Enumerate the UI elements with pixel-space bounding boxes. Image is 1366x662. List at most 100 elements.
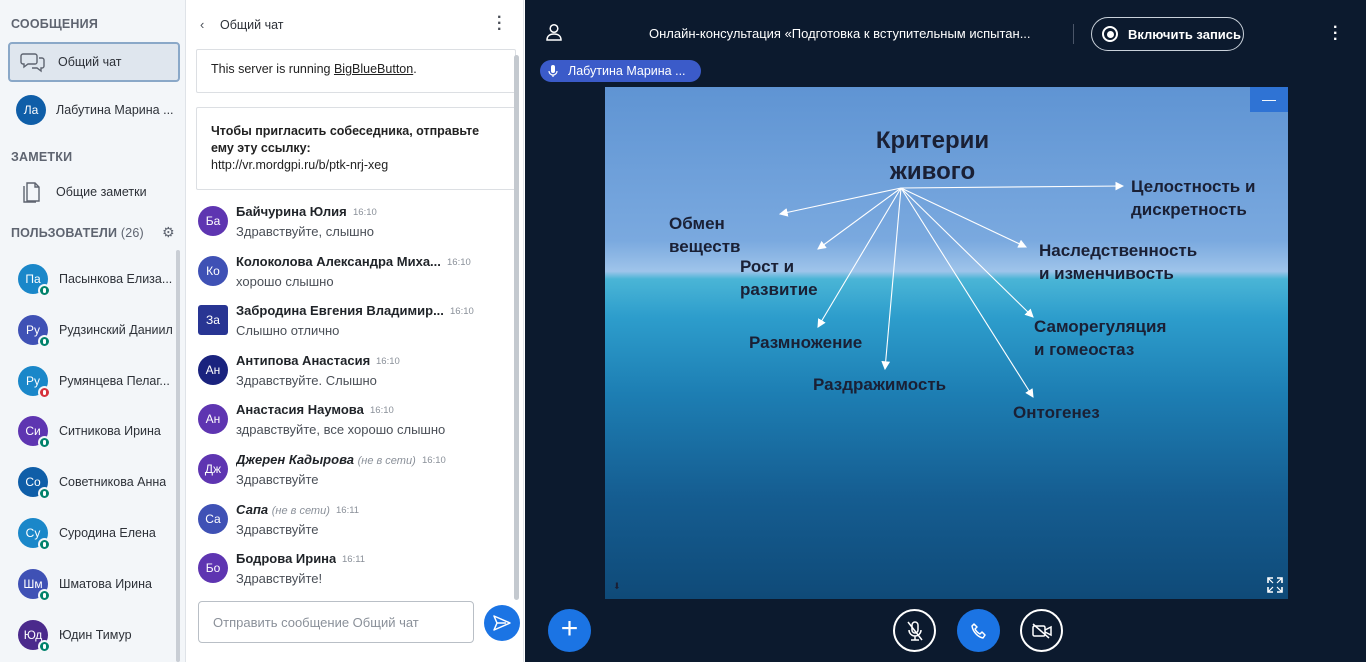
chat-header: ‹ Общий чат · · · xyxy=(186,0,523,50)
leave-audio-button[interactable] xyxy=(957,609,1000,652)
presentation-slide: Критерии живого Целостность и дискретность… xyxy=(605,87,1288,599)
avatar: Бо xyxy=(198,553,228,584)
user-list-item[interactable]: Ру Румянцева Пелаг... xyxy=(18,361,180,401)
gear-icon[interactable]: ⚙ xyxy=(162,224,175,241)
bigbluebutton-app: СООБЩЕНИЯ Общий чат Ла Лабутина Марина .… xyxy=(0,0,1366,662)
send-icon xyxy=(493,615,511,631)
invite-text: Чтобы пригласить собеседника, отправьте … xyxy=(211,124,480,155)
user-name: Румянцева Пелаг... xyxy=(59,373,170,388)
users-scrollbar[interactable] xyxy=(176,250,180,662)
message-time: 16:10 xyxy=(447,256,471,268)
sender-name: Байчурина Юлия xyxy=(236,204,347,219)
user-list-item[interactable]: Па Пасынкова Елиза... xyxy=(18,259,180,299)
slide-criterion-text: Раздражимость xyxy=(813,375,947,394)
mic-icon xyxy=(38,588,51,602)
meeting-title: Онлайн-консультация «Подготовка к вступи… xyxy=(649,26,1031,41)
muted-mic-icon xyxy=(38,385,51,399)
message-time: 16:10 xyxy=(450,306,474,318)
sender-name: Антипова Анастасия xyxy=(236,352,371,368)
public-chat-label: Общий чат xyxy=(58,55,122,69)
more-options-icon[interactable]: · · · xyxy=(1333,20,1338,48)
chat-scrollbar[interactable] xyxy=(514,55,519,600)
avatar: Ру xyxy=(18,314,51,348)
chat-message: За Забродина Евгения Владимир... 16:10 Слыш… xyxy=(198,301,498,347)
message-text: Здравствуйте xyxy=(236,472,319,487)
download-icon[interactable]: ⬇ xyxy=(613,581,621,592)
avatar: Дж xyxy=(198,454,228,484)
avatar: Ба xyxy=(198,206,228,236)
user-name: Шматова Ирина xyxy=(59,576,152,591)
share-webcam-button[interactable] xyxy=(1020,609,1063,652)
user-name: Ситникова Ирина xyxy=(59,424,161,439)
message-time: 16:11 xyxy=(342,554,366,566)
slide-criterion-text: Обмен веществ xyxy=(669,214,741,256)
unmute-microphone-button[interactable] xyxy=(893,609,936,652)
message-time: 16:10 xyxy=(370,405,394,417)
mic-icon xyxy=(38,334,51,348)
public-chat-item[interactable]: Общий чат xyxy=(8,42,180,82)
mic-icon xyxy=(38,284,51,297)
server-info-message: This server is running BigBlueButton. xyxy=(196,49,516,93)
message-time: 16:11 xyxy=(336,504,360,516)
message-text: Здравствуйте xyxy=(236,521,319,537)
message-time: 16:10 xyxy=(376,355,400,367)
avatar: Ру xyxy=(18,365,51,399)
fullscreen-icon[interactable] xyxy=(1267,577,1283,598)
send-button[interactable] xyxy=(484,605,520,641)
user-name: Юдин Тимур xyxy=(59,627,132,642)
offline-label: (не в сети) xyxy=(271,504,330,517)
minimize-presentation-button[interactable]: — xyxy=(1250,87,1288,112)
slide-criterion-text: Рост и развитие xyxy=(740,257,818,299)
user-list-item[interactable]: Со Советникова Анна xyxy=(18,462,180,502)
phone-icon xyxy=(970,622,986,639)
invite-link[interactable]: http://vr.mordgpi.ru/b/ptk-nrj-xeg xyxy=(211,158,388,172)
start-recording-button[interactable]: Включить запись xyxy=(1091,17,1244,51)
sender-name: Сапа (не в сети) xyxy=(236,501,330,517)
actions-plus-button[interactable]: + xyxy=(548,609,591,652)
microphone-muted-icon xyxy=(906,620,923,641)
chevron-left-icon[interactable]: ‹ xyxy=(200,17,204,32)
user-list-panel: СООБЩЕНИЯ Общий чат Ла Лабутина Марина .… xyxy=(0,0,186,662)
chat-title[interactable]: Общий чат xyxy=(220,18,284,32)
avatar: Юд xyxy=(18,619,51,653)
slide-criterion-text: Онтогенез xyxy=(1013,403,1100,422)
avatar: За xyxy=(198,305,228,336)
messages-section-title: СООБЩЕНИЯ xyxy=(11,17,99,31)
user-icon[interactable] xyxy=(545,23,563,46)
shared-notes-item[interactable]: Общие заметки xyxy=(8,172,180,212)
avatar: Па xyxy=(18,264,51,297)
avatar: Ла xyxy=(16,95,46,125)
user-list-item[interactable]: Ру Рудзинский Даниил xyxy=(18,310,180,350)
message-text: Слышно отлично xyxy=(236,323,340,339)
slide-criterion-text: Наследственность и изменчивость xyxy=(1039,241,1198,283)
sender-name: Забродина Евгения Владимир... xyxy=(236,303,444,319)
user-name: Советникова Анна xyxy=(59,475,167,490)
chat-message: Ба Байчурина Юлия 16:10 Здравствуйте, слышн… xyxy=(198,202,498,248)
private-chat-item[interactable]: Ла Лабутина Марина ... xyxy=(8,90,180,130)
chat-message-input[interactable]: Отправить сообщение Общий чат xyxy=(198,601,474,643)
more-options-icon[interactable]: · · · xyxy=(497,10,502,38)
user-list-item[interactable]: Си Ситникова Ирина xyxy=(18,411,180,451)
mic-icon xyxy=(38,639,51,653)
user-list-item[interactable]: Су Суродина Елена xyxy=(18,513,180,553)
offline-label: (не в сети) xyxy=(357,455,416,467)
chat-message: Ко Колоколова Александра Миха... 16:10 хоро… xyxy=(198,252,498,298)
user-list-item[interactable]: Шм Шматова Ирина xyxy=(18,564,180,604)
message-text: здравствуйте, все хорошо слышно xyxy=(236,422,446,438)
mic-icon xyxy=(38,436,51,450)
divider xyxy=(1073,24,1074,44)
presentation-area: Онлайн-консультация «Подготовка к вступи… xyxy=(525,0,1366,662)
chat-message: Бо Бодрова Ирина 16:11 Здравствуйте! xyxy=(198,549,498,595)
message-text: Здравствуйте. Слышно xyxy=(236,372,377,388)
microphone-icon xyxy=(548,64,558,78)
user-list-item[interactable]: Юд Юдин Тимур xyxy=(18,615,180,655)
chat-bubbles-icon xyxy=(16,51,50,73)
user-name: Рудзинский Даниил xyxy=(59,322,173,337)
talking-indicator[interactable]: Лабутина Марина ... xyxy=(540,60,701,82)
record-label: Включить запись xyxy=(1128,26,1242,42)
bigbluebutton-link[interactable]: BigBlueButton xyxy=(334,62,413,76)
message-text: Здравствуйте! xyxy=(236,571,323,587)
user-name: Пасынкова Елиза... xyxy=(59,272,173,286)
avatar: Ан xyxy=(198,404,228,435)
users-section-title: ПОЛЬЗОВАТЕЛИ (26) xyxy=(11,226,144,240)
